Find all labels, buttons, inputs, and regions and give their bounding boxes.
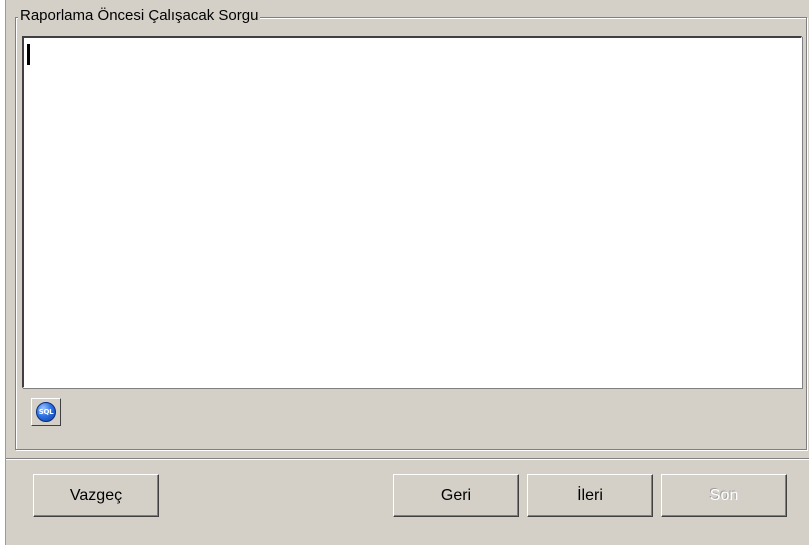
- finish-button[interactable]: Son: [661, 474, 787, 517]
- sql-button[interactable]: SQL: [31, 398, 61, 426]
- groupbox-title: Raporlama Öncesi Çalışacak Sorgu: [18, 7, 261, 25]
- button-separator: [6, 458, 809, 460]
- query-editor[interactable]: [22, 36, 802, 388]
- sql-icon: SQL: [36, 402, 56, 422]
- back-button[interactable]: Geri: [393, 474, 519, 517]
- window-left-edge: [0, 0, 6, 545]
- next-button[interactable]: İleri: [527, 474, 653, 517]
- text-caret: [27, 44, 30, 65]
- cancel-button[interactable]: Vazgeç: [33, 474, 159, 517]
